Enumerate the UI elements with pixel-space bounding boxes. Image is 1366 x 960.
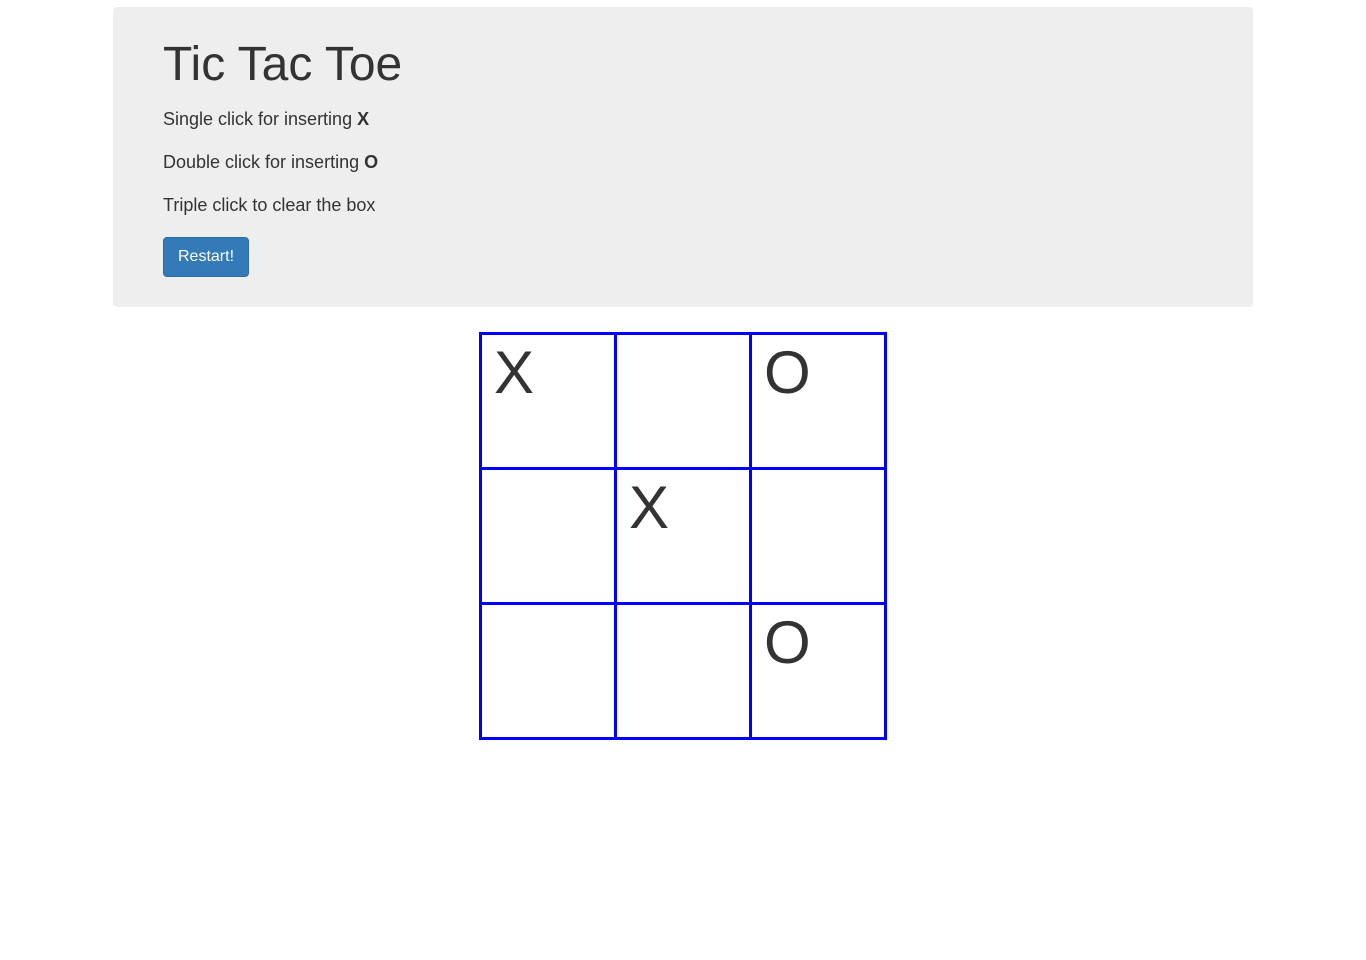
page-title: Tic Tac Toe (163, 37, 1203, 92)
instruction-text: Single click for inserting (163, 109, 357, 129)
restart-button[interactable]: Restart! (163, 237, 249, 277)
board-cell-0-0[interactable]: X (481, 333, 616, 468)
board-cell-0-2[interactable]: O (751, 333, 886, 468)
instruction-double-click: Double click for inserting O (163, 150, 1203, 175)
instruction-text: Double click for inserting (163, 152, 364, 172)
board-row: X (481, 468, 886, 603)
board-row: X O (481, 333, 886, 468)
game-board: X O X O (479, 332, 887, 740)
board-cell-2-0[interactable] (481, 603, 616, 738)
board-row: O (481, 603, 886, 738)
board-cell-1-1[interactable]: X (616, 468, 751, 603)
board-cell-1-0[interactable] (481, 468, 616, 603)
board-cell-2-2[interactable]: O (751, 603, 886, 738)
instruction-bold-x: X (357, 109, 369, 129)
board-cell-0-1[interactable] (616, 333, 751, 468)
board-cell-2-1[interactable] (616, 603, 751, 738)
header-panel: Tic Tac Toe Single click for inserting X… (113, 7, 1253, 307)
instruction-triple-click: Triple click to clear the box (163, 193, 1203, 218)
instruction-single-click: Single click for inserting X (163, 107, 1203, 132)
board-cell-1-2[interactable] (751, 468, 886, 603)
instruction-bold-o: O (364, 152, 378, 172)
